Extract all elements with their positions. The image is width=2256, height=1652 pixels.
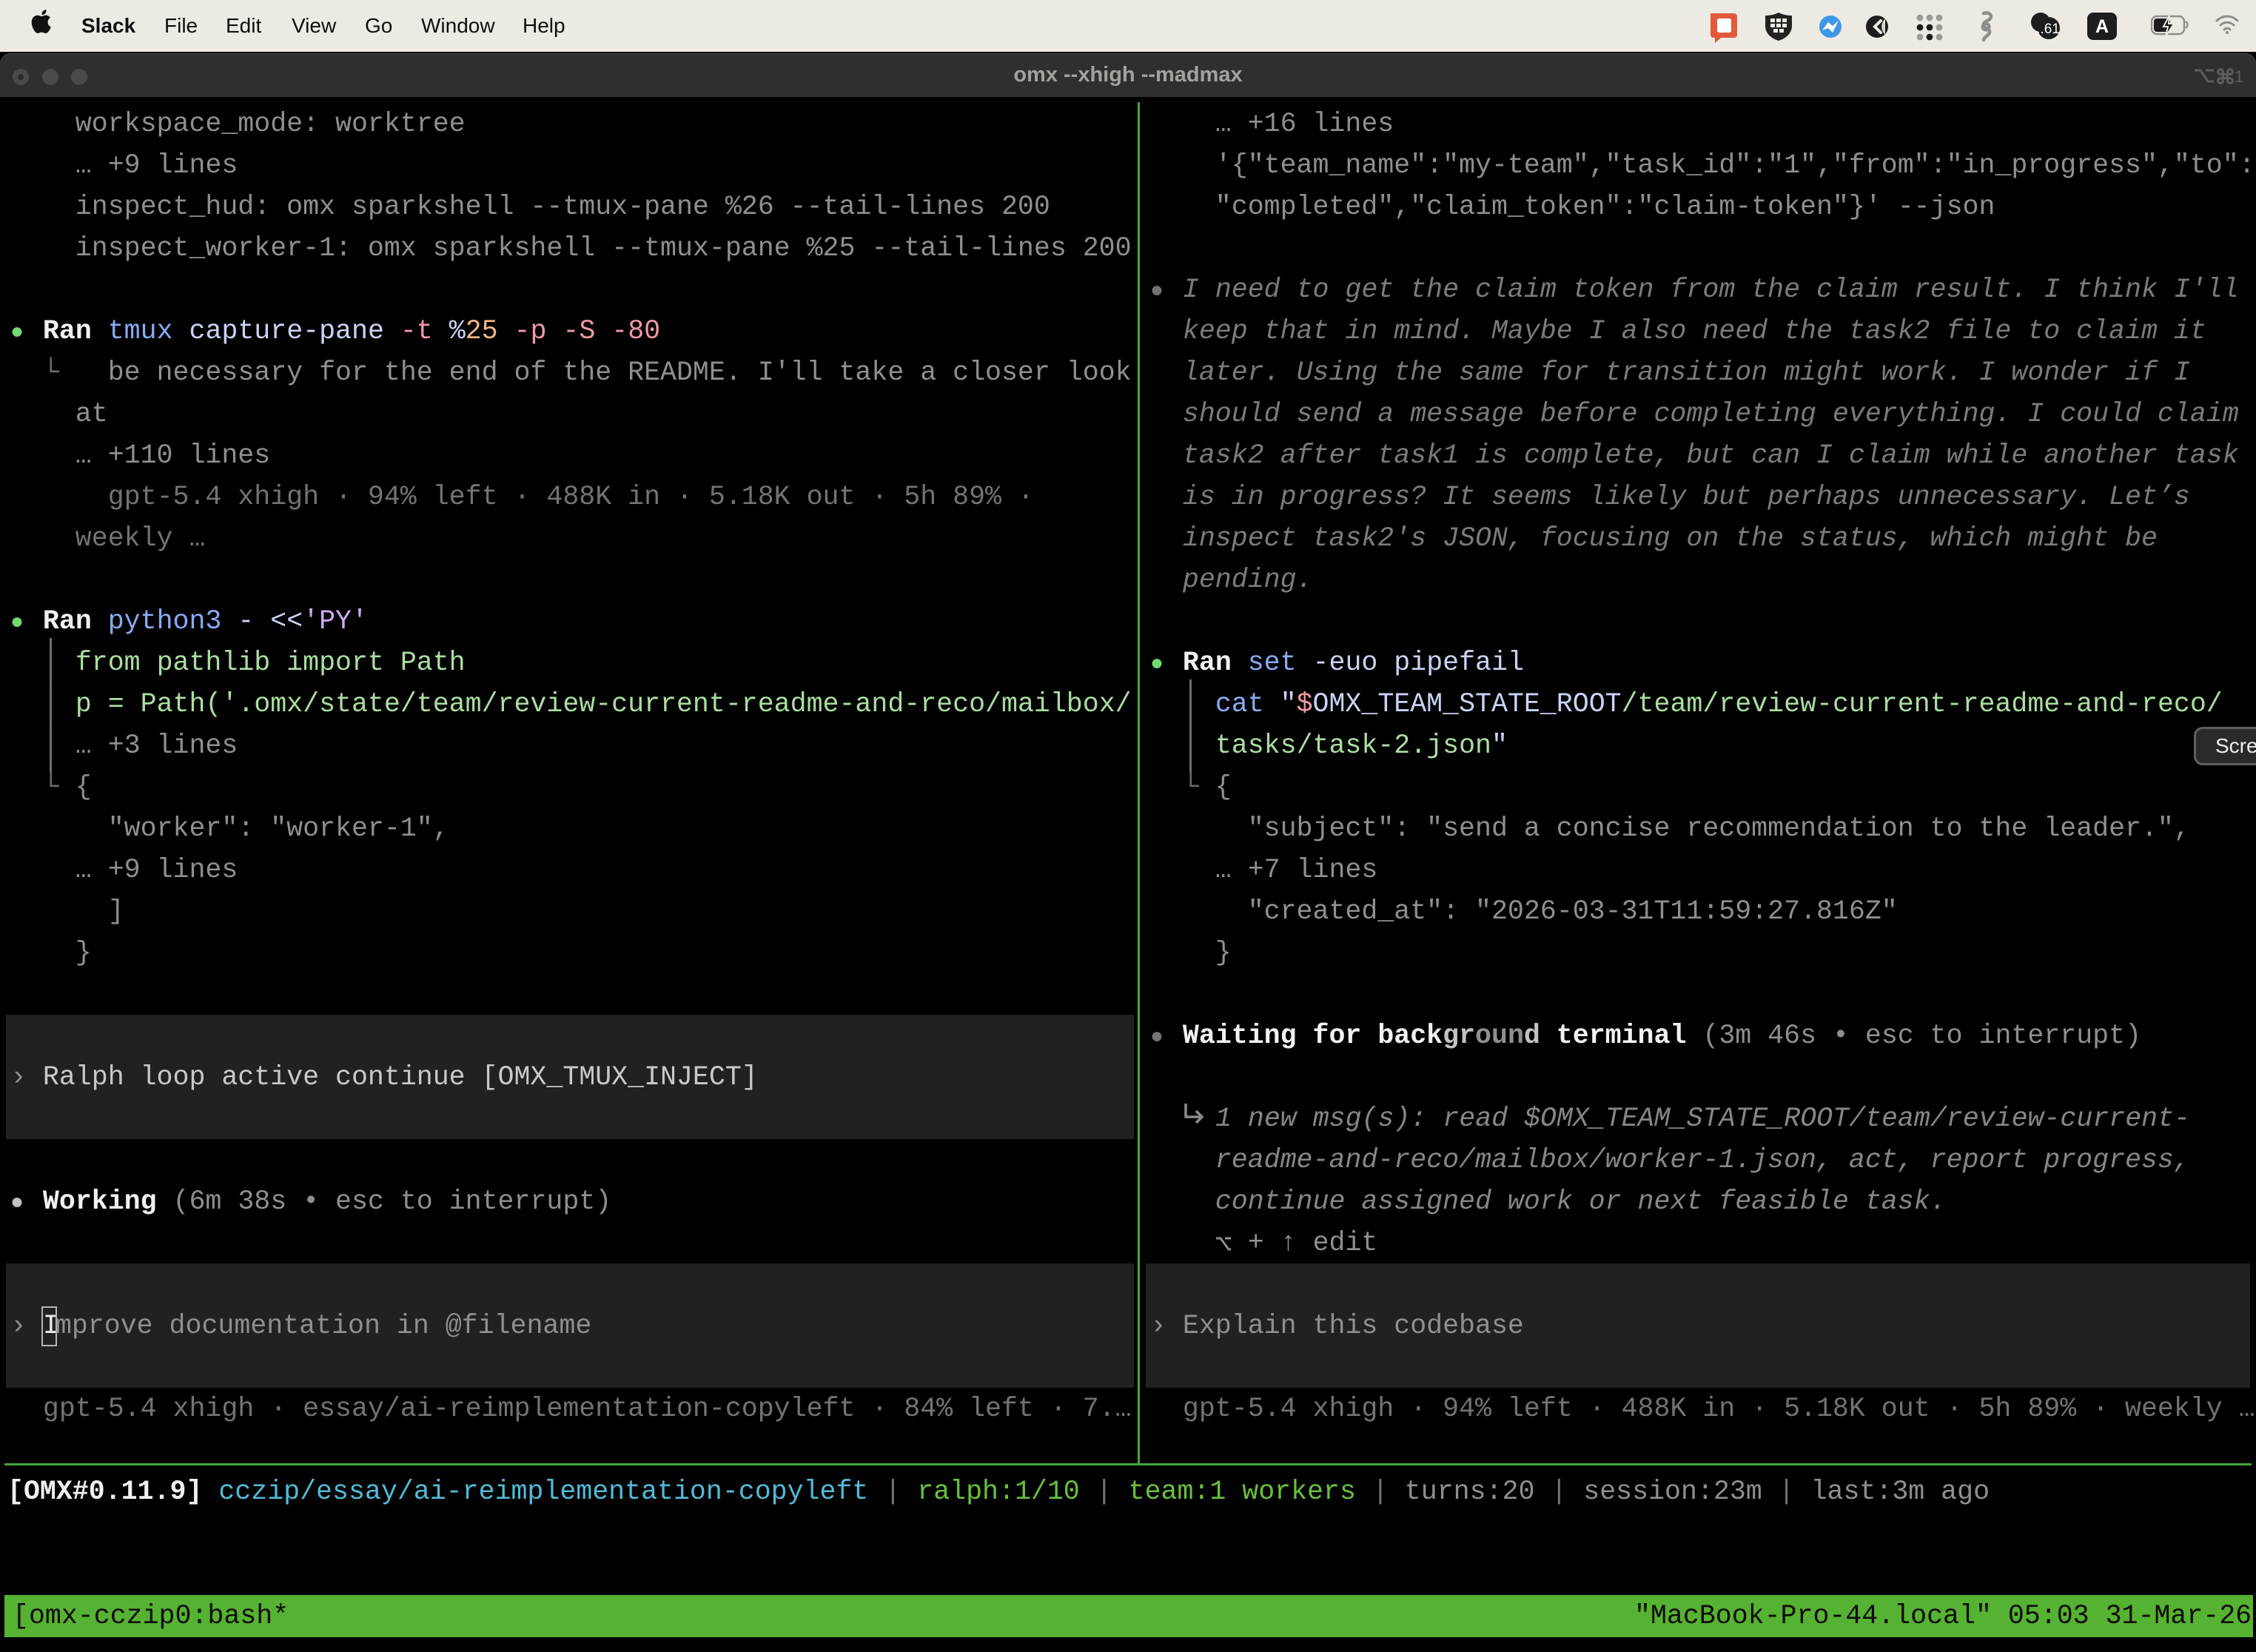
svg-text:..61: ..61 — [2036, 21, 2060, 37]
svg-text:1: 1 — [2235, 67, 2243, 86]
svg-text:A: A — [2095, 16, 2109, 37]
